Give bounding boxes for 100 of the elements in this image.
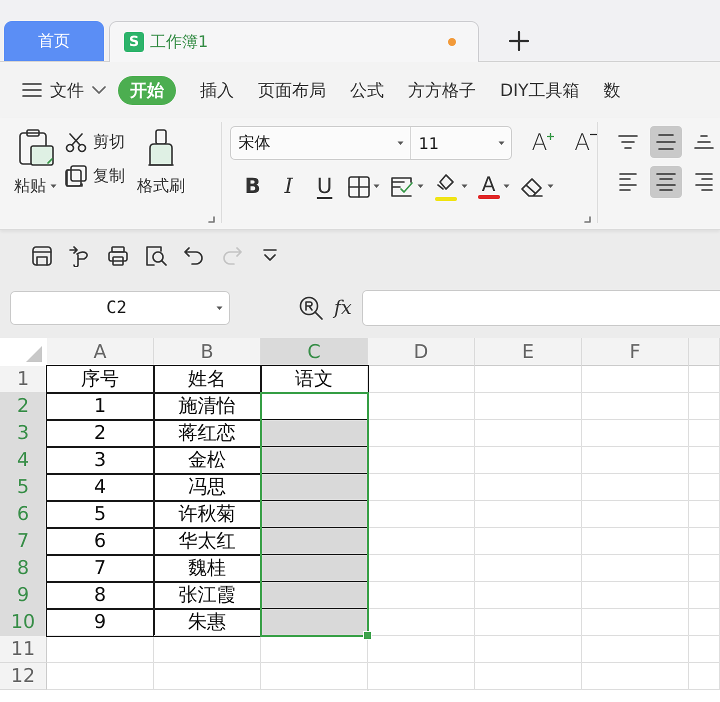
format-painter-label: 格式刷 — [137, 176, 185, 197]
save-icon[interactable] — [31, 245, 53, 267]
table-cell: 施清怡 — [154, 393, 261, 420]
table-cell: 蒋红恋 — [154, 420, 261, 447]
align-bottom-icon — [694, 135, 714, 149]
borders-button[interactable] — [348, 176, 380, 198]
align-center-button[interactable] — [650, 166, 682, 198]
align-left-icon — [619, 173, 638, 191]
color-swatch — [434, 197, 457, 201]
corner-icon[interactable] — [584, 216, 592, 223]
menu-tab[interactable]: 公式 — [350, 76, 384, 104]
align-right-icon — [695, 173, 714, 191]
tab-title: 首页 — [38, 30, 70, 52]
format-button[interactable] — [390, 176, 424, 198]
name-box[interactable]: C2 — [10, 291, 230, 325]
clear-button[interactable] — [520, 176, 554, 198]
table-cell — [689, 582, 720, 609]
table-cell: 3 — [47, 447, 154, 474]
table-cell — [689, 447, 720, 474]
table-cell: 5 — [47, 501, 154, 528]
table-cell: 4 — [47, 474, 154, 501]
bold-button[interactable]: B — [240, 174, 266, 200]
undo-icon[interactable] — [183, 245, 205, 267]
column-header[interactable]: F — [582, 338, 689, 366]
table-cell — [689, 501, 720, 528]
menu-icon[interactable] — [22, 82, 42, 98]
plus-icon[interactable] — [508, 30, 530, 52]
format-painter-button[interactable]: 格式刷 — [137, 124, 185, 229]
copy-button[interactable]: 复制 — [65, 165, 125, 187]
document-tab[interactable]: S 工作簿1 — [109, 21, 479, 62]
table-cell: 语文 — [261, 366, 368, 393]
chevron-down-icon[interactable] — [92, 86, 106, 94]
table-cell — [689, 555, 720, 582]
font-size-dropdown[interactable]: 11 — [410, 127, 511, 159]
column-header[interactable]: A — [47, 338, 154, 366]
menu-tab[interactable]: 方方格子 — [408, 76, 476, 104]
caret-icon[interactable] — [372, 184, 380, 189]
align-top-icon — [618, 135, 638, 149]
arrow-curve-icon[interactable] — [69, 245, 91, 267]
table-cell: 8 — [47, 582, 154, 609]
caret-icon[interactable] — [416, 184, 424, 189]
caret-icon[interactable] — [502, 184, 510, 189]
plus-icon — [547, 132, 554, 140]
font-name-dropdown[interactable]: 宋体 — [230, 127, 411, 159]
column-header[interactable]: D — [368, 338, 475, 366]
increase-font-button[interactable]: A — [532, 132, 554, 154]
decrease-font-button[interactable]: A — [574, 132, 598, 154]
table-cell: 冯思 — [154, 474, 261, 501]
caret-icon[interactable] — [396, 140, 404, 146]
caret-icon[interactable] — [216, 306, 223, 310]
row-header[interactable]: 12 — [0, 663, 47, 690]
table-check-icon — [390, 176, 414, 198]
table-cell: 张江霞 — [154, 582, 261, 609]
font-color-button[interactable]: A — [478, 174, 510, 199]
function-button[interactable]: fx — [334, 297, 352, 319]
align-middle-icon — [656, 134, 676, 150]
cut-label: 剪切 — [93, 132, 125, 153]
table-cell — [689, 393, 720, 420]
page-magnifier-icon[interactable] — [145, 245, 167, 267]
menu-tab[interactable]: 页面布局 — [258, 76, 326, 104]
fill-handle[interactable] — [363, 631, 372, 640]
cut-button[interactable]: 剪切 — [65, 132, 125, 153]
clipboard-icon — [16, 128, 54, 168]
caret-icon[interactable] — [50, 184, 57, 189]
table-cell: 金松 — [154, 447, 261, 474]
table-cell: 2 — [47, 420, 154, 447]
menu-tab[interactable]: DIY工具箱 — [500, 76, 580, 104]
file-menu[interactable]: 文件 — [50, 76, 84, 104]
copy-icon — [65, 165, 87, 187]
tab-title: 工作簿1 — [150, 32, 208, 52]
caret-icon[interactable] — [546, 184, 554, 189]
align-middle-button[interactable] — [650, 126, 682, 158]
table-cell — [689, 420, 720, 447]
table-cell: 6 — [47, 528, 154, 555]
spreadsheet-logo: S — [124, 32, 144, 52]
minus-icon — [590, 132, 598, 136]
caret-icon[interactable] — [460, 184, 468, 189]
row-header[interactable]: 1 — [0, 366, 47, 393]
caret-icon[interactable] — [498, 140, 505, 146]
magnifier-icon[interactable] — [298, 295, 324, 321]
row-header[interactable]: 11 — [0, 636, 47, 663]
fill-color-button[interactable] — [434, 172, 468, 201]
paste-label: 粘贴 — [14, 176, 46, 197]
scissors-icon — [65, 132, 87, 152]
table-cell: 许秋菊 — [154, 501, 261, 528]
printer-icon[interactable] — [107, 245, 129, 267]
italic-button[interactable]: I — [276, 174, 302, 200]
menu-tab[interactable]: 插入 — [200, 76, 234, 104]
align-center-icon — [656, 173, 676, 191]
table-cell — [689, 636, 720, 663]
corner-icon[interactable] — [208, 216, 215, 223]
formula-input[interactable] — [362, 290, 720, 326]
color-swatch — [478, 195, 500, 199]
paste-button[interactable]: 粘贴 — [14, 124, 57, 229]
column-header[interactable]: E — [475, 338, 582, 366]
table-cell — [689, 528, 720, 555]
underline-button[interactable]: U — [312, 174, 338, 200]
copy-label: 复制 — [93, 166, 125, 186]
menu-tab[interactable]: 数 — [604, 76, 620, 104]
column-header[interactable]: B — [154, 338, 261, 366]
